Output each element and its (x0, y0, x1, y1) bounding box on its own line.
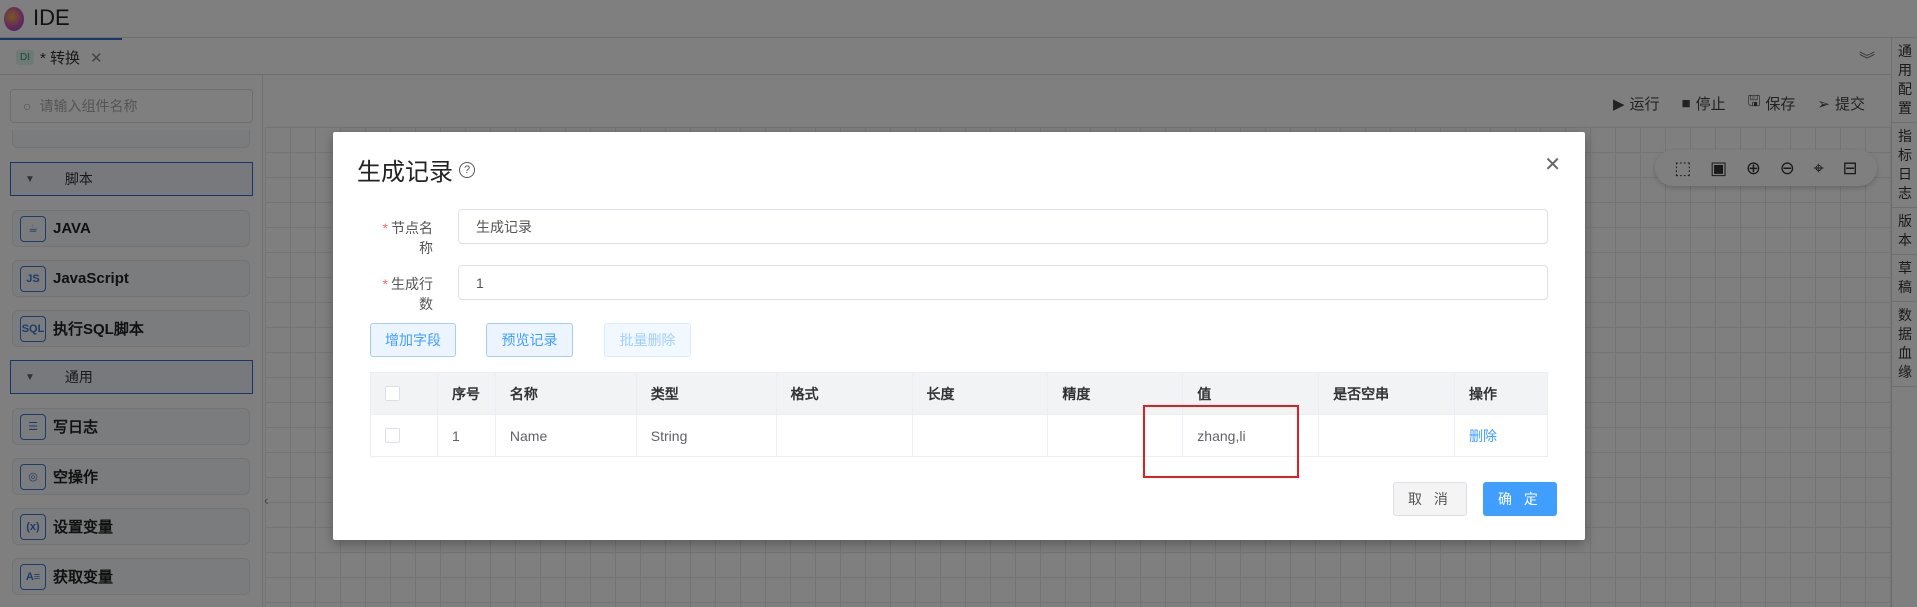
fields-table: 序号 名称 类型 格式 长度 精度值是否空串 操作 1 Name String zhang,li 删除 (370, 372, 1548, 457)
add-field-button[interactable]: 增加字段 (370, 323, 456, 357)
highlight-annotation-box (1143, 405, 1299, 478)
table-row: 1 Name String zhang,li 删除 (371, 414, 1547, 456)
column-header: 序号 (438, 373, 496, 414)
table-cell (777, 415, 913, 456)
dialog-title: 生成记录 ? (357, 152, 475, 187)
close-icon[interactable]: ✕ (1544, 152, 1561, 177)
table-cell: 删除 (1455, 415, 1547, 456)
table-cell: 1 (438, 415, 496, 456)
column-header: 类型 (637, 373, 777, 414)
column-header: 是否空串 (1319, 373, 1456, 414)
preview-records-button[interactable]: 预览记录 (486, 323, 573, 357)
node-name-input[interactable]: 生成记录 (458, 209, 1548, 244)
checkbox-cell (371, 373, 438, 414)
batch-delete-button[interactable]: 批量删除 (604, 323, 691, 357)
row-count-input[interactable]: 1 (458, 265, 1548, 300)
dialog-title-text: 生成记录 (357, 159, 453, 186)
row-checkbox[interactable] (385, 386, 400, 401)
table-cell: String (637, 415, 777, 456)
checkbox-cell (371, 415, 438, 456)
help-icon[interactable]: ? (459, 161, 475, 178)
column-header: 名称 (496, 373, 637, 414)
table-header: 序号 名称 类型 格式 长度 精度值是否空串 操作 (371, 373, 1547, 414)
table-cell (1319, 415, 1456, 456)
table-cell: Name (496, 415, 637, 456)
node-name-label: * 节点名称 (382, 220, 433, 256)
column-header: 长度 (913, 373, 1049, 414)
table-cell (913, 415, 1049, 456)
row-count-label: * 生成行数 (382, 276, 433, 312)
column-header: 格式 (777, 373, 913, 414)
confirm-button[interactable]: 确 定 (1483, 482, 1557, 516)
generate-records-dialog: 生成记录 ? ✕ * 节点名称 生成记录 * 生成行数 1 增加字段 预览记录 批量… (333, 132, 1585, 540)
delete-row-link[interactable]: 删除 (1469, 426, 1497, 446)
column-header: 操作 (1469, 385, 1498, 402)
cancel-button[interactable]: 取 消 (1393, 482, 1467, 516)
row-checkbox[interactable] (385, 428, 400, 443)
